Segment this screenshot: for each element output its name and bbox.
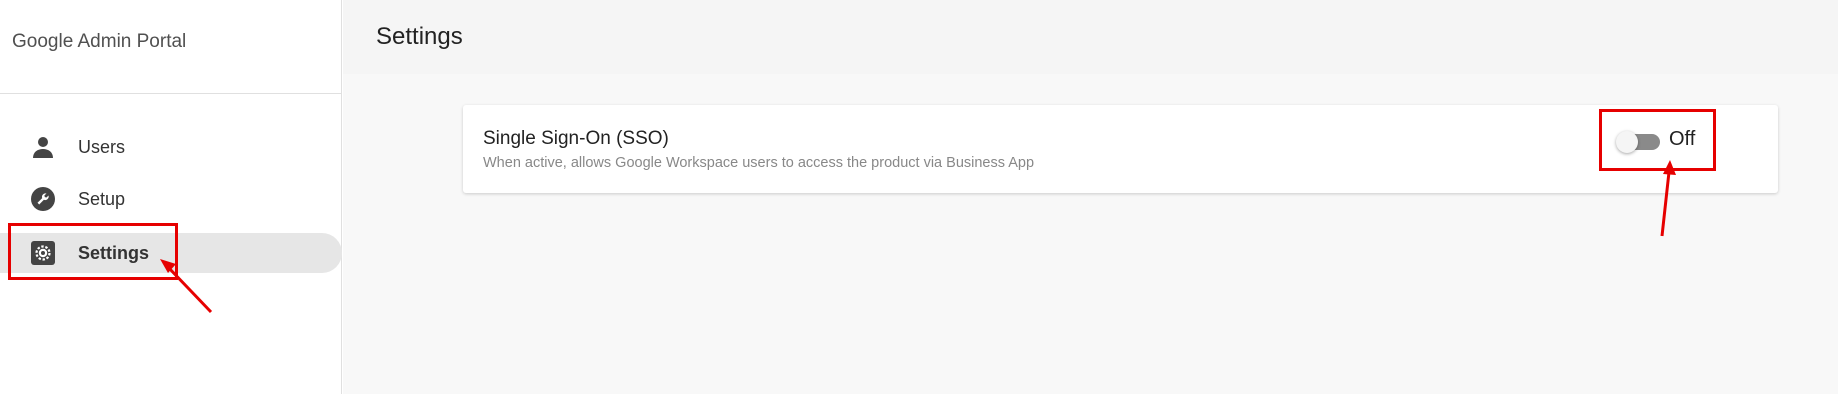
sidebar: Google Admin Portal Users Setup Settings [0,0,342,394]
page-title: Settings [376,23,463,50]
sso-title: Single Sign-On (SSO) [483,128,669,149]
sso-card: Single Sign-On (SSO) When active, allows… [463,105,1778,193]
app-title: Google Admin Portal [12,31,187,52]
wrench-icon [31,187,55,211]
sidebar-item-setup[interactable]: Setup [0,179,342,219]
sidebar-item-label: Users [78,137,126,157]
divider [0,93,342,94]
sidebar-item-users[interactable]: Users [0,127,342,167]
person-icon [31,135,55,159]
annotation-box-toggle [1599,109,1716,171]
main-content: Settings Single Sign-On (SSO) When activ… [343,0,1838,394]
sidebar-item-label: Setup [78,189,126,209]
page-header: Settings [343,0,1838,74]
sso-description: When active, allows Google Workspace use… [483,155,1035,171]
annotation-box-settings [8,223,178,280]
